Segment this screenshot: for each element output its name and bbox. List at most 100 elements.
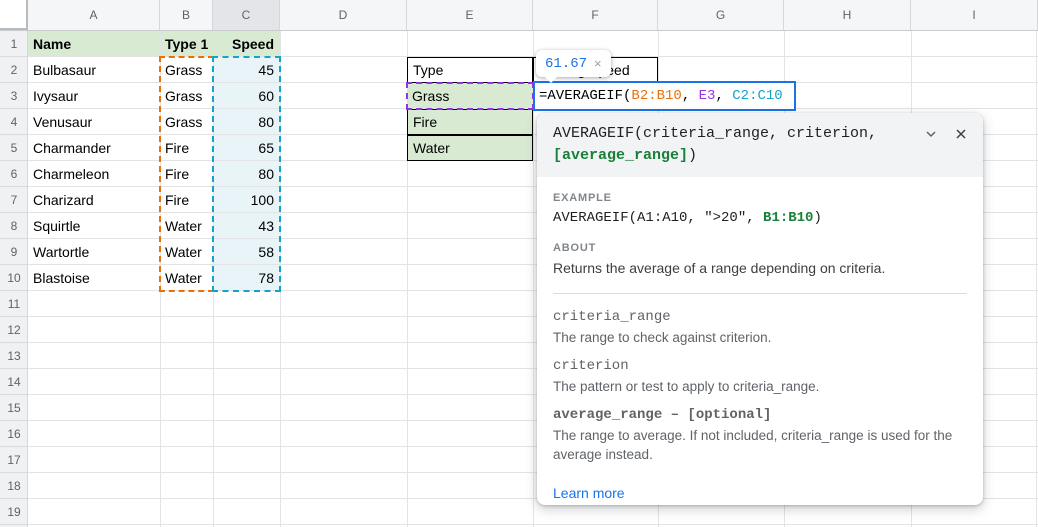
- row-header-19[interactable]: 19: [0, 499, 28, 525]
- row-header-13[interactable]: 13: [0, 343, 28, 369]
- cell-a4[interactable]: Venusaur: [28, 109, 160, 135]
- cell-c7[interactable]: 100: [213, 187, 280, 213]
- cell-a8[interactable]: Squirtle: [28, 213, 160, 239]
- param-average-range-name: average_range – [optional]: [553, 405, 967, 425]
- row-header-2[interactable]: 2: [0, 57, 28, 83]
- cell-b3[interactable]: Grass: [160, 83, 213, 109]
- signature-close-paren: ): [688, 147, 697, 164]
- cell-a9[interactable]: Wartortle: [28, 239, 160, 265]
- cell-b5[interactable]: Fire: [160, 135, 213, 161]
- row-header-9[interactable]: 9: [0, 239, 28, 265]
- cell-e3-grass[interactable]: Grass: [407, 83, 533, 109]
- row-header-3[interactable]: 3: [0, 83, 28, 109]
- formula-result-preview: 61.67 ×: [536, 50, 611, 77]
- column-header-f[interactable]: F: [533, 0, 658, 30]
- cell-c4[interactable]: 80: [213, 109, 280, 135]
- cell-a5[interactable]: Charmander: [28, 135, 160, 161]
- cell-a1[interactable]: Name: [28, 31, 160, 57]
- gridline-vertical: [1036, 31, 1037, 527]
- row-header-18[interactable]: 18: [0, 473, 28, 499]
- cell-c6[interactable]: 80: [213, 161, 280, 187]
- cell-c8[interactable]: 43: [213, 213, 280, 239]
- example-label: EXAMPLE: [553, 191, 967, 205]
- spreadsheet: A B C D E F G H I 1 2 3 4 5 6 7 8 9 10 1…: [0, 0, 1038, 527]
- row-header-strip: 1 2 3 4 5 6 7 8 9 10 11 12 13 14 15 16 1…: [0, 31, 28, 527]
- cell-a6[interactable]: Charmeleon: [28, 161, 160, 187]
- row-header-7[interactable]: 7: [0, 187, 28, 213]
- row-header-11[interactable]: 11: [0, 291, 28, 317]
- function-help-popup: AVERAGEIF(criteria_range, criterion, [av…: [537, 113, 983, 505]
- cell-a7[interactable]: Charizard: [28, 187, 160, 213]
- cell-b9[interactable]: Water: [160, 239, 213, 265]
- cell-a10[interactable]: Blastoise: [28, 265, 160, 291]
- param-criterion-desc: The pattern or test to apply to criteria…: [553, 377, 967, 396]
- function-signature-header: AVERAGEIF(criteria_range, criterion, [av…: [537, 113, 983, 177]
- row-header-15[interactable]: 15: [0, 395, 28, 421]
- divider: [553, 293, 967, 294]
- row-header-8[interactable]: 8: [0, 213, 28, 239]
- cell-c5[interactable]: 65: [213, 135, 280, 161]
- cell-b1[interactable]: Type 1: [160, 31, 213, 57]
- row-header-17[interactable]: 17: [0, 447, 28, 473]
- row-header-6[interactable]: 6: [0, 161, 28, 187]
- example-range: B1:B10: [763, 210, 813, 226]
- example-code: AVERAGEIF(A1:A10, ">20", B1:B10): [553, 208, 967, 228]
- cell-e2-type-header[interactable]: Type: [407, 57, 533, 83]
- cell-b10[interactable]: Water: [160, 265, 213, 291]
- column-header-strip: A B C D E F G H I: [0, 0, 1038, 31]
- cell-c2[interactable]: 45: [213, 57, 280, 83]
- row-header-10[interactable]: 10: [0, 265, 28, 291]
- row-header-16[interactable]: 16: [0, 421, 28, 447]
- preview-value: 61.67: [545, 56, 587, 72]
- function-help-body: EXAMPLE AVERAGEIF(A1:A10, ">20", B1:B10)…: [537, 177, 983, 503]
- about-label: ABOUT: [553, 241, 967, 255]
- cell-c10[interactable]: 78: [213, 265, 280, 291]
- cell-a3[interactable]: Ivysaur: [28, 83, 160, 109]
- row-header-1[interactable]: 1: [0, 31, 28, 57]
- example-pre: AVERAGEIF(A1:A10, ">20",: [553, 210, 763, 226]
- cell-c9[interactable]: 58: [213, 239, 280, 265]
- param-criteria-range-desc: The range to check against criterion.: [553, 328, 967, 347]
- column-header-e[interactable]: E: [407, 0, 533, 30]
- preview-close-icon[interactable]: ×: [594, 56, 602, 71]
- row-header-5[interactable]: 5: [0, 135, 28, 161]
- column-header-d[interactable]: D: [280, 0, 407, 30]
- select-all-corner[interactable]: [0, 0, 28, 30]
- formula-input-f3[interactable]: =AVERAGEIF(B2:B10, E3, C2:C10: [533, 81, 796, 111]
- example-close-paren: ): [813, 210, 821, 226]
- formula-token-criteria-range: B2:B10: [631, 88, 681, 104]
- learn-more-link[interactable]: Learn more: [553, 485, 625, 501]
- formula-token-criterion: E3: [699, 88, 716, 104]
- signature-text: AVERAGEIF(criteria_range, criterion,: [553, 125, 877, 142]
- preview-pointer: [545, 77, 557, 83]
- column-header-i[interactable]: I: [911, 0, 1038, 30]
- cell-e5-water[interactable]: Water: [407, 135, 533, 161]
- column-header-h[interactable]: H: [784, 0, 911, 30]
- about-text: Returns the average of a range depending…: [553, 258, 967, 278]
- close-icon[interactable]: [953, 126, 969, 142]
- signature-optional-arg: [average_range]: [553, 147, 688, 164]
- column-header-g[interactable]: G: [658, 0, 784, 30]
- cell-b4[interactable]: Grass: [160, 109, 213, 135]
- cell-b7[interactable]: Fire: [160, 187, 213, 213]
- formula-token: ,: [682, 88, 699, 104]
- row-header-4[interactable]: 4: [0, 109, 28, 135]
- formula-token-average-range: C2:C10: [732, 88, 782, 104]
- column-header-c[interactable]: C: [213, 0, 280, 30]
- param-criteria-range-name: criteria_range: [553, 307, 967, 327]
- chevron-down-icon[interactable]: [923, 126, 939, 142]
- cell-c3[interactable]: 60: [213, 83, 280, 109]
- cell-e4-fire[interactable]: Fire: [407, 109, 533, 135]
- column-header-a[interactable]: A: [28, 0, 160, 30]
- row-header-14[interactable]: 14: [0, 369, 28, 395]
- cell-b8[interactable]: Water: [160, 213, 213, 239]
- param-average-range-desc: The range to average. If not included, c…: [553, 426, 967, 464]
- param-criterion-name: criterion: [553, 356, 967, 376]
- cell-c1[interactable]: Speed: [213, 31, 280, 57]
- cell-b2[interactable]: Grass: [160, 57, 213, 83]
- cell-b6[interactable]: Fire: [160, 161, 213, 187]
- cell-a2[interactable]: Bulbasaur: [28, 57, 160, 83]
- column-header-b[interactable]: B: [160, 0, 213, 30]
- row-header-12[interactable]: 12: [0, 317, 28, 343]
- gridline-vertical: [280, 31, 281, 527]
